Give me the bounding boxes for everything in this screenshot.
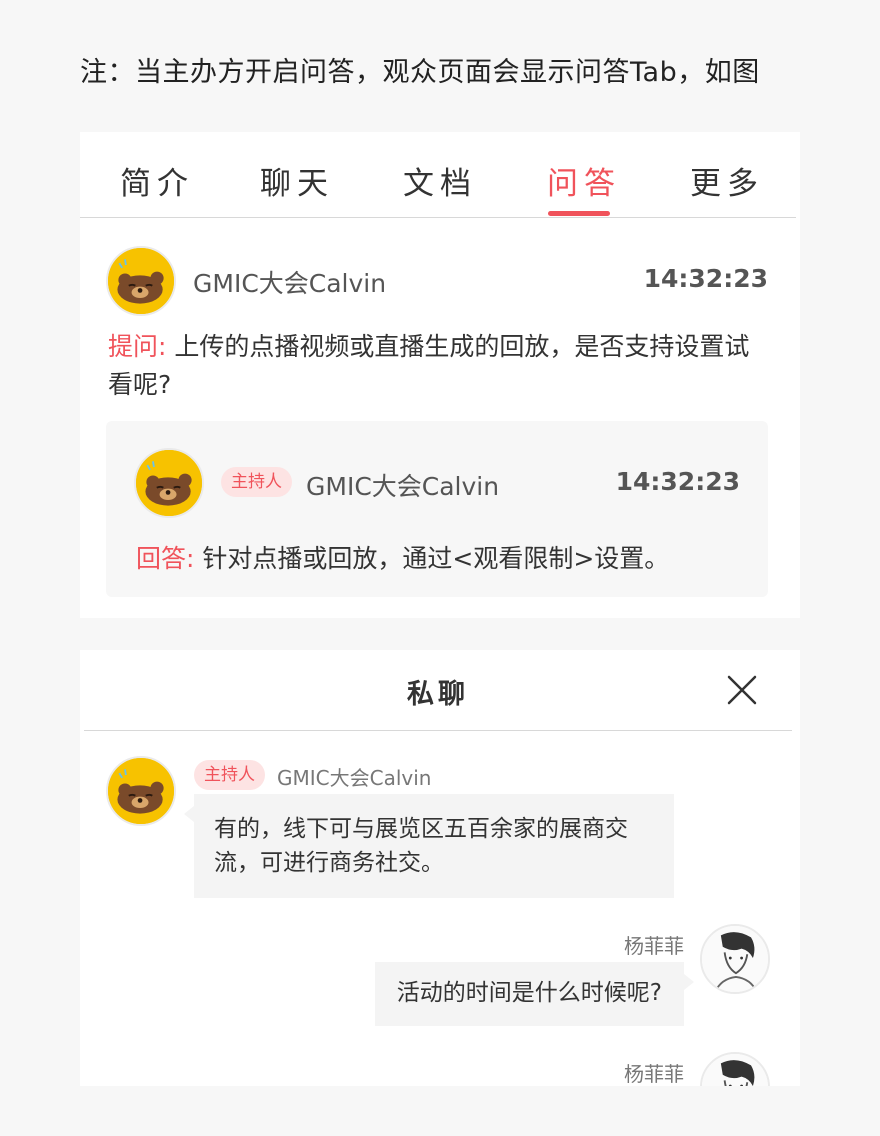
bear-avatar-icon — [108, 758, 174, 824]
question-prefix: 提问: — [108, 332, 167, 361]
user-sketch-avatar-icon — [702, 926, 768, 992]
question-time: 14:32:23 — [643, 264, 768, 293]
chat-header: 私聊 — [84, 650, 792, 731]
avatar[interactable] — [134, 448, 204, 518]
message-bubble: 活动的时间是什么时候呢? — [374, 962, 695, 1026]
message-username: 杨菲菲 — [624, 1062, 684, 1086]
answer-box: 主持人 GMIC大会Calvin 14:32:23 回答: 针对点播或回放，通过… — [106, 421, 768, 597]
question-username: GMIC大会Calvin — [193, 269, 387, 298]
host-badge: 主持人 — [194, 760, 265, 790]
answer-text: 针对点播或回放，通过<观看限制>设置。 — [202, 544, 670, 573]
qa-panel: 简介 聊天 文档 问答 更多 GMIC大会Calvin 14:32:23 提问:… — [80, 132, 800, 618]
tab-docs[interactable]: 文档 — [403, 158, 477, 203]
tab-more[interactable]: 更多 — [690, 158, 764, 203]
user-sketch-avatar-icon — [702, 1054, 768, 1086]
note-text: 注：当主办方开启问答，观众页面会显示问答Tab，如图 — [80, 57, 760, 88]
close-icon[interactable] — [726, 674, 758, 706]
message-username: 杨菲菲 — [624, 934, 684, 958]
tab-intro[interactable]: 简介 — [120, 158, 194, 203]
chat-title: 私聊 — [407, 679, 469, 710]
answer-prefix: 回答: — [136, 544, 195, 573]
bear-avatar-icon — [108, 248, 174, 314]
question-body: 提问: 上传的点播视频或直播生成的回放，是否支持设置试看呢? — [108, 328, 768, 404]
answer-username: GMIC大会Calvin — [306, 472, 500, 501]
tab-qa[interactable]: 问答 — [547, 158, 621, 203]
active-tab-indicator — [548, 211, 610, 216]
private-chat-panel: 私聊 主持人 GMIC大会Calvin 有的，线下可与展览区五百余家的展商交流，… — [80, 650, 800, 1086]
tab-bar: 简介 聊天 文档 问答 更多 — [80, 132, 796, 218]
message-bubble: 有的，线下可与展览区五百余家的展商交流，可进行商务社交。 — [184, 794, 674, 898]
host-badge: 主持人 — [221, 467, 292, 497]
avatar[interactable] — [700, 1052, 770, 1086]
tab-chat[interactable]: 聊天 — [260, 158, 334, 203]
avatar[interactable] — [700, 924, 770, 994]
bear-avatar-icon — [136, 450, 202, 516]
answer-time: 14:32:23 — [615, 467, 740, 496]
avatar[interactable] — [106, 756, 176, 826]
avatar[interactable] — [106, 246, 176, 316]
message-username: GMIC大会Calvin — [277, 766, 432, 790]
answer-body: 回答: 针对点播或回放，通过<观看限制>设置。 — [136, 539, 669, 575]
question-text: 上传的点播视频或直播生成的回放，是否支持设置试看呢? — [108, 332, 750, 399]
